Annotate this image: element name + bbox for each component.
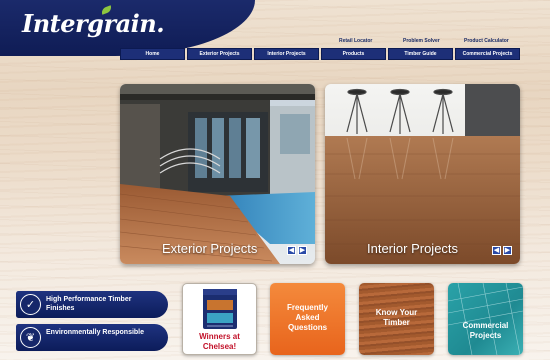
- faq-label: Frequently Asked Questions: [287, 303, 328, 332]
- check-icon: ✓: [20, 294, 41, 315]
- timber-label: Know Your Timber: [375, 308, 418, 327]
- exterior-projects-panel[interactable]: Exterior Projects ◀ ▶: [120, 84, 315, 264]
- high-performance-pill[interactable]: ✓ High Performance Timber Finishes: [16, 291, 168, 318]
- know-your-timber-tile[interactable]: Know Your Timber: [359, 283, 434, 355]
- leaf-icon: ❦: [20, 327, 41, 348]
- exterior-deck-photo: [120, 84, 315, 264]
- environmentally-responsible-pill[interactable]: ❦ Environmentally Responsible: [16, 324, 168, 351]
- nav-interior-projects[interactable]: Interior Projects: [254, 48, 319, 60]
- nav-products[interactable]: Products: [321, 48, 386, 60]
- next-arrow-icon[interactable]: ▶: [298, 246, 307, 255]
- nav-commercial-projects[interactable]: Commercial Projects: [455, 48, 520, 60]
- faq-tile[interactable]: Frequently Asked Questions: [270, 283, 345, 355]
- commercial-label: Commercial Projects: [462, 321, 509, 340]
- product-tin-image: [203, 289, 237, 329]
- next-arrow-icon[interactable]: ▶: [503, 246, 512, 255]
- interior-projects-panel[interactable]: Interior Projects ◀ ▶: [325, 84, 520, 264]
- product-calculator-link[interactable]: Product Calculator: [464, 38, 509, 44]
- retail-locator-link[interactable]: Retail Locator: [339, 38, 372, 44]
- nav-timber-guide[interactable]: Timber Guide: [388, 48, 453, 60]
- winners-tile[interactable]: Winners at Chelsea!: [182, 283, 257, 355]
- exterior-arrows: ◀ ▶: [287, 246, 307, 255]
- high-performance-label: High Performance Timber Finishes: [46, 296, 132, 312]
- interior-arrows: ◀ ▶: [492, 246, 512, 255]
- interior-panel-label[interactable]: Interior Projects: [367, 241, 458, 256]
- problem-solver-link[interactable]: Problem Solver: [403, 38, 440, 44]
- nav-exterior-projects[interactable]: Exterior Projects: [187, 48, 252, 60]
- winners-label: Winners at Chelsea!: [199, 332, 240, 351]
- prev-arrow-icon[interactable]: ◀: [492, 246, 501, 255]
- exterior-panel-label[interactable]: Exterior Projects: [162, 241, 257, 256]
- building-outline-image: [448, 283, 523, 355]
- commercial-projects-tile[interactable]: Commercial Projects: [448, 283, 523, 355]
- prev-arrow-icon[interactable]: ◀: [287, 246, 296, 255]
- nav-home[interactable]: Home: [120, 48, 185, 60]
- interior-floor-photo: [325, 84, 520, 264]
- logo[interactable]: Intergrain.: [22, 9, 165, 38]
- main-nav: Home Exterior Projects Interior Projects…: [120, 48, 520, 60]
- environmental-label: Environmentally Responsible: [46, 329, 145, 336]
